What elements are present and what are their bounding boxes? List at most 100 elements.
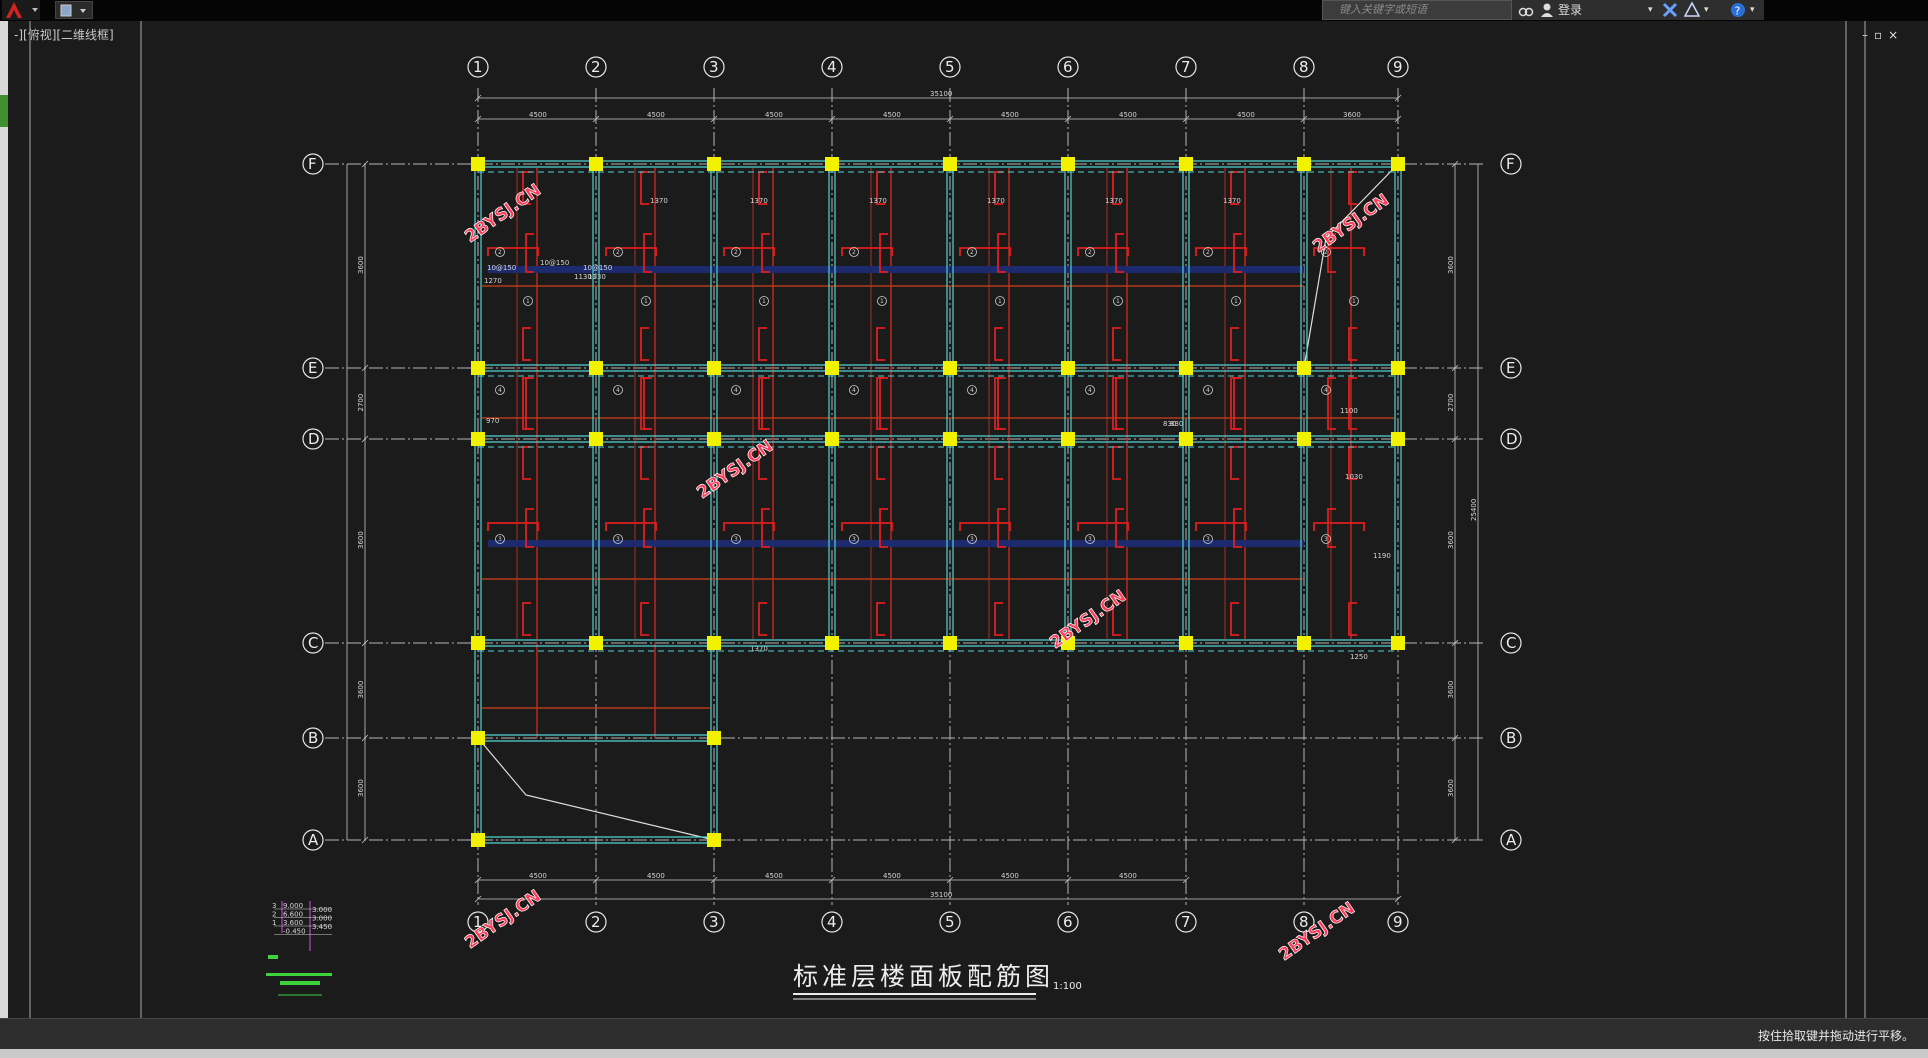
negative-rebar xyxy=(994,446,1003,480)
dim-top-label: 4500 xyxy=(883,111,901,119)
legend-height: 3.000 xyxy=(312,906,332,914)
rebar-note: 10@150 xyxy=(487,264,516,272)
axis-bubble-top-3-label: 3 xyxy=(709,58,719,76)
negative-rebar xyxy=(1230,327,1239,361)
save-icon xyxy=(60,4,86,17)
column xyxy=(1179,636,1193,650)
dim-right-total-label: 25400 xyxy=(1470,499,1478,521)
column xyxy=(943,361,957,375)
quick-access-save-button[interactable] xyxy=(55,1,93,19)
negative-rebar xyxy=(1348,327,1357,361)
rebar-tag-number: 2 xyxy=(852,249,856,256)
slab-band xyxy=(488,540,1304,547)
dim-top-label: 4500 xyxy=(1001,111,1019,119)
axis-bubble-right-F-label: F xyxy=(1506,155,1515,173)
negative-rebar xyxy=(487,522,539,531)
column xyxy=(1061,361,1075,375)
column xyxy=(707,361,721,375)
binoculars-icon[interactable] xyxy=(1518,2,1534,18)
rebar-tag-number: 4 xyxy=(734,387,738,394)
connect-icon[interactable] xyxy=(1684,2,1700,18)
dim-left-label: 3600 xyxy=(357,256,365,274)
axis-bubble-left-B-label: B xyxy=(308,729,318,747)
column xyxy=(589,157,603,171)
dim-bottom-label: 4500 xyxy=(1119,872,1137,880)
axis-bubble-top-7-label: 7 xyxy=(1181,58,1191,76)
negative-rebar xyxy=(997,377,1006,430)
negative-rebar xyxy=(959,522,1011,531)
column xyxy=(471,157,485,171)
login-dropdown-icon[interactable]: ▾ xyxy=(1648,2,1653,18)
dim-right-label: 3600 xyxy=(1447,779,1455,797)
column xyxy=(707,833,721,847)
legend-swatch xyxy=(266,973,332,976)
rebar-tag-number: 3 xyxy=(734,536,738,543)
column xyxy=(1179,157,1193,171)
floor-level-legend: 9.0006.6003.600-0.4503.0003.0003.450321 xyxy=(266,901,332,996)
axis-bubble-right-A-label: A xyxy=(1506,831,1517,849)
drawing-scale: 1:100 xyxy=(1053,981,1082,992)
negative-rebar xyxy=(994,602,1003,636)
column xyxy=(471,636,485,650)
dim-bottom-label: 4500 xyxy=(647,872,665,880)
autocad-logo-icon xyxy=(6,2,38,18)
axis-bubble-bottom-3-label: 3 xyxy=(709,913,719,931)
exchange-icon[interactable] xyxy=(1662,2,1678,18)
rebar-tag-number: 1 xyxy=(526,298,530,305)
axis-bubble-bottom-5-label: 5 xyxy=(945,913,955,931)
negative-rebar xyxy=(1230,602,1239,636)
rebar-tag-number: 2 xyxy=(616,249,620,256)
axis-bubble-bottom-9-label: 9 xyxy=(1393,913,1403,931)
rebar-note: 1250 xyxy=(1350,653,1368,661)
rebar-tag-number: 3 xyxy=(1206,536,1210,543)
column xyxy=(589,361,603,375)
legend-floor: 1 xyxy=(272,919,276,927)
legend-swatch xyxy=(280,981,320,985)
help-icon[interactable]: ? xyxy=(1730,2,1746,18)
negative-rebar xyxy=(994,327,1003,361)
column xyxy=(1391,361,1405,375)
dim-total-top-label: 35100 xyxy=(930,90,952,98)
column xyxy=(1391,157,1405,171)
rebar-note: 1100 xyxy=(1340,407,1358,415)
connect-dropdown-icon[interactable]: ▾ xyxy=(1704,2,1709,18)
column xyxy=(825,432,839,446)
column xyxy=(589,432,603,446)
rebar-note: 1370 xyxy=(650,197,668,205)
negative-rebar xyxy=(876,446,885,480)
rebar-note: 1130 xyxy=(588,273,606,281)
dim-top-label: 4500 xyxy=(1237,111,1255,119)
help-dropdown-icon[interactable]: ▾ xyxy=(1750,2,1755,18)
drawing-canvas[interactable]: 35100 4500 4500 4500 4500 4500 4500 4500 3600 450… xyxy=(0,21,1928,1018)
column xyxy=(707,157,721,171)
login-button[interactable]: 登录 xyxy=(1558,2,1582,18)
negative-rebar xyxy=(640,377,649,430)
search-input[interactable]: 键入关键字或短语 xyxy=(1322,0,1512,20)
negative-rebar xyxy=(876,377,885,430)
legend-floor: 2 xyxy=(272,911,276,919)
rebar-note: 10@150 xyxy=(540,259,569,267)
rebar-tag-number: 3 xyxy=(1088,536,1092,543)
negative-rebar xyxy=(758,602,767,636)
app-menu-button[interactable] xyxy=(2,0,40,20)
negative-rebar xyxy=(640,171,649,205)
column xyxy=(1061,432,1075,446)
negative-rebar xyxy=(643,377,652,430)
rebar-tag-number: 1 xyxy=(1116,298,1120,305)
rebar-tag-number: 2 xyxy=(970,249,974,256)
dim-right-label: 3600 xyxy=(1447,681,1455,699)
rebar-note: 1370 xyxy=(750,197,768,205)
column xyxy=(943,432,957,446)
column xyxy=(1297,157,1311,171)
negative-rebar xyxy=(1327,508,1336,548)
axis-bubble-bottom-6-label: 6 xyxy=(1063,913,1073,931)
negative-rebar xyxy=(522,446,531,480)
column xyxy=(707,731,721,745)
watermark-text: 2BYSJ.CN xyxy=(461,180,544,247)
rebar-note: 1270 xyxy=(484,277,502,285)
rebar-tag-number: 2 xyxy=(498,249,502,256)
negative-rebar xyxy=(1313,522,1365,531)
column xyxy=(589,636,603,650)
rebar-tag-number: 3 xyxy=(616,536,620,543)
rebar-note: 1190 xyxy=(1373,552,1391,560)
